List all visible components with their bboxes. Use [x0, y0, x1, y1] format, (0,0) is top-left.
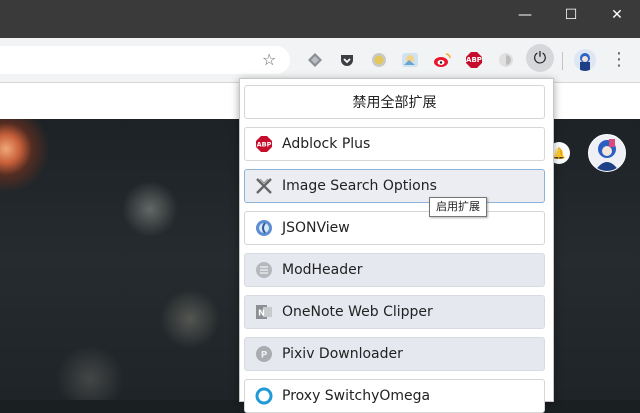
maximize-button[interactable]: ☐ [548, 0, 594, 30]
power-extension-button[interactable]: ⏻ [526, 44, 554, 72]
extension-label: OneNote Web Clipper [282, 304, 433, 320]
minimize-icon: — [518, 7, 532, 23]
user-avatar[interactable] [588, 134, 626, 172]
enable-extension-tooltip: 启用扩展 [429, 197, 487, 217]
power-icon: ⏻ [533, 48, 547, 67]
maximize-icon: ☐ [564, 7, 578, 23]
coin-extension-icon[interactable] [370, 51, 388, 69]
proxy-switchyomega-icon [255, 387, 273, 405]
svg-text:P: P [261, 351, 268, 361]
weibo-extension-icon[interactable] [433, 51, 451, 69]
close-icon: ✕ [611, 7, 623, 23]
extension-label: Proxy SwitchyOmega [282, 388, 431, 404]
adblock-plus-extension-icon[interactable]: ABP [465, 51, 483, 69]
extension-item-pixiv-downloader[interactable]: P Pixiv Downloader [244, 337, 545, 371]
minimize-button[interactable]: — [502, 0, 548, 30]
extension-item-proxy-switchyomega[interactable]: Proxy SwitchyOmega [244, 379, 545, 413]
adblock-plus-icon: ABP [255, 135, 273, 153]
abp-icon-text: ABP [466, 56, 482, 64]
modheader-icon [255, 261, 273, 279]
extension-label: Pixiv Downloader [282, 346, 403, 362]
bookmark-star-icon[interactable]: ☆ [262, 50, 276, 69]
extension-item-jsonview[interactable]: JSONView [244, 211, 545, 245]
title-bar: — ☐ ✕ [0, 0, 640, 38]
pocket-extension-icon[interactable] [338, 51, 356, 69]
onenote-icon: N [255, 303, 273, 321]
layers-extension-icon[interactable] [306, 51, 324, 69]
toolbar-separator [562, 52, 563, 70]
extension-manager-popup: 禁用全部扩展 ABP Adblock Plus Image Search Opt… [239, 78, 554, 413]
disable-all-extensions-button[interactable]: 禁用全部扩展 [244, 85, 545, 119]
browser-toolbar: ☆ ABP ⏻ ⋮ [0, 38, 640, 83]
image-search-options-icon [255, 177, 273, 195]
extension-item-image-search-options[interactable]: Image Search Options [244, 169, 545, 203]
extension-item-adblock-plus[interactable]: ABP Adblock Plus [244, 127, 545, 161]
extension-label: Image Search Options [282, 178, 437, 194]
app-extension-icon[interactable] [401, 51, 419, 69]
pixiv-downloader-icon: P [255, 345, 273, 363]
extension-label: Adblock Plus [282, 136, 371, 152]
extension-label: JSONView [282, 220, 350, 236]
svg-text:ABP: ABP [257, 141, 272, 149]
address-bar[interactable] [0, 46, 290, 74]
extension-label: ModHeader [282, 262, 363, 278]
browser-menu-icon[interactable]: ⋮ [610, 49, 628, 71]
onenote-extension-icon[interactable] [497, 51, 515, 69]
extension-item-modheader[interactable]: ModHeader [244, 253, 545, 287]
profile-avatar[interactable] [574, 49, 596, 71]
extension-item-onenote-web-clipper[interactable]: N OneNote Web Clipper [244, 295, 545, 329]
disable-all-label: 禁用全部扩展 [352, 95, 437, 111]
jsonview-icon [255, 219, 273, 237]
close-window-button[interactable]: ✕ [594, 0, 640, 30]
svg-text:N: N [258, 309, 265, 318]
